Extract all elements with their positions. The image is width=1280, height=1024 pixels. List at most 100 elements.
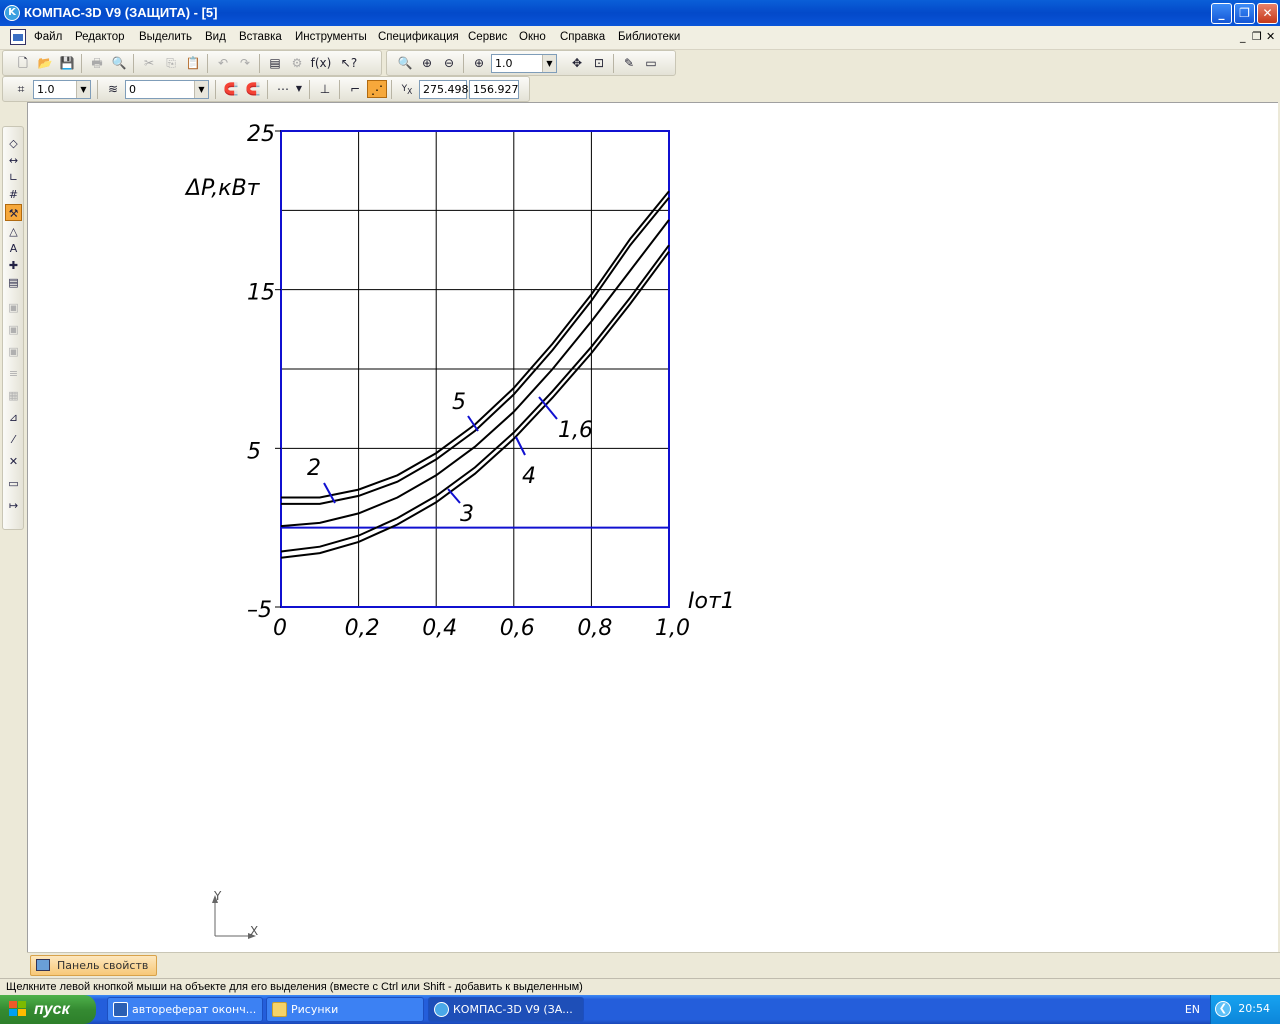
- geometry-icon[interactable]: ◇: [5, 135, 22, 152]
- minimize-button[interactable]: _: [1211, 3, 1232, 24]
- break-icon[interactable]: ⁄: [5, 431, 22, 448]
- section-icon[interactable]: ⊿: [5, 409, 22, 426]
- view-icon-1[interactable]: ▣: [5, 299, 22, 316]
- save-icon[interactable]: 💾: [57, 54, 77, 72]
- variables-fx-button[interactable]: f(x): [309, 54, 333, 72]
- y-axis-label: ΔP,кВт: [184, 176, 261, 201]
- menu-view[interactable]: Вид: [205, 31, 226, 43]
- specification-icon[interactable]: ▤: [5, 274, 22, 291]
- pan-icon[interactable]: ✥: [567, 54, 587, 72]
- zoom-window-icon[interactable]: 🔍: [395, 54, 415, 72]
- mdi-close-button[interactable]: ✕: [1266, 30, 1275, 43]
- manager-icon[interactable]: ▤: [265, 54, 285, 72]
- system-tray: ❮ 20:54: [1210, 995, 1280, 1024]
- view-icon-2[interactable]: ▣: [5, 321, 22, 338]
- menu-libraries[interactable]: Библиотеки: [618, 31, 680, 43]
- cut-icon[interactable]: ✂: [139, 54, 159, 72]
- snap-mode-icon[interactable]: ⋰: [367, 80, 387, 98]
- start-button[interactable]: пуск: [0, 995, 96, 1024]
- print-icon[interactable]: 🖶: [87, 54, 107, 72]
- edit-icon[interactable]: #: [5, 186, 22, 203]
- menu-help[interactable]: Справка: [560, 31, 605, 43]
- folder-icon: [272, 1002, 287, 1017]
- grid-icon[interactable]: ⋯: [273, 80, 293, 98]
- menu-insert[interactable]: Вставка: [239, 31, 282, 43]
- menu-tools[interactable]: Инструменты: [295, 31, 367, 43]
- kompas-app-icon: K: [4, 5, 20, 21]
- chevron-down-icon[interactable]: ▼: [194, 81, 208, 98]
- curve-label: 5: [452, 390, 466, 415]
- redo-icon[interactable]: ↷: [235, 54, 255, 72]
- snap-magnet-icon[interactable]: 🧲: [221, 80, 241, 98]
- refresh-icon[interactable]: ✎: [619, 54, 639, 72]
- zoom-combo[interactable]: 1.0 ▼: [491, 54, 557, 73]
- undo-icon[interactable]: ↶: [213, 54, 233, 72]
- chevron-down-icon[interactable]: ▼: [542, 55, 556, 72]
- parametrization-icon[interactable]: ⚒: [5, 204, 22, 221]
- step-cursor-icon[interactable]: ⌗: [11, 80, 31, 98]
- zoom-in-icon[interactable]: ⊕: [417, 54, 437, 72]
- mdi-restore-button[interactable]: ❐: [1252, 30, 1262, 43]
- menu-specification[interactable]: Спецификация: [378, 31, 459, 43]
- coord-x-field[interactable]: 275.498: [419, 80, 469, 99]
- paste-icon[interactable]: 📋: [183, 54, 203, 72]
- coord-y-field[interactable]: 156.927: [469, 80, 519, 99]
- zoom-value: 1.0: [495, 57, 513, 70]
- zoom-scale-icon[interactable]: ⊕: [469, 54, 489, 72]
- select-icon[interactable]: A: [5, 240, 22, 257]
- mdi-minimize-button[interactable]: _: [1240, 30, 1246, 43]
- copy-icon[interactable]: ⎘: [161, 54, 181, 72]
- chevron-down-icon[interactable]: ▼: [293, 80, 305, 98]
- zoom-out-icon[interactable]: ⊖: [439, 54, 459, 72]
- document-icon[interactable]: [10, 29, 26, 45]
- view-icon-3[interactable]: ▣: [5, 343, 22, 360]
- print-preview-icon[interactable]: 🔍: [109, 54, 129, 72]
- local-cs-icon[interactable]: ⊥: [315, 80, 335, 98]
- detail-icon[interactable]: ✕: [5, 453, 22, 470]
- drawing-svg: 0 0,2 0,4 0,6 0,8 1,025155–5ΔP,кВтIот1251,643…: [184, 122, 735, 939]
- local-snap-icon[interactable]: 🧲: [243, 80, 263, 98]
- menu-window[interactable]: Окно: [519, 31, 546, 43]
- ortho-icon[interactable]: ⌐: [345, 80, 365, 98]
- view-icon-4[interactable]: ≡: [5, 365, 22, 382]
- restore-button[interactable]: ❐: [1234, 3, 1255, 24]
- coordinates-icon: YX: [401, 84, 413, 96]
- dimensions-icon[interactable]: ↔: [5, 152, 22, 169]
- clock: 20:54: [1238, 1002, 1270, 1015]
- x-tick-label: 0,4: [422, 616, 457, 641]
- measure-icon[interactable]: △: [5, 223, 22, 240]
- task-kompas[interactable]: КОМПАС-3D V9 (ЗА...: [428, 997, 584, 1022]
- axis-y-letter: Y: [213, 889, 222, 903]
- curve-label: 2: [307, 456, 321, 481]
- menu-select[interactable]: Выделить: [139, 31, 192, 43]
- task-word-document[interactable]: автореферат оконч...: [107, 997, 263, 1022]
- associative-views-icon[interactable]: ✚: [5, 257, 22, 274]
- cursor-step-combo[interactable]: 1.0 ▼: [33, 80, 91, 99]
- layers-icon[interactable]: ≋: [103, 80, 123, 98]
- fragment-icon[interactable]: ▭: [5, 475, 22, 492]
- library-icon[interactable]: ⚙: [287, 54, 307, 72]
- layer-combo[interactable]: 0 ▼: [125, 80, 209, 99]
- x-tick-label: 0,2: [345, 616, 380, 641]
- drawing-canvas[interactable]: 0 0,2 0,4 0,6 0,8 1,0 25 15 5 –5 ΔP,кВт Iот1 2 5 1,6 4 3…: [27, 102, 1280, 952]
- help-pointer-icon[interactable]: ↖?: [339, 54, 359, 72]
- property-panel-tab[interactable]: Панель свойств: [30, 955, 157, 976]
- show-all-icon[interactable]: ⊡: [589, 54, 609, 72]
- title-bar: K КОМПАС-3D V9 (ЗАЩИТА) - [5] _ ❐ ✕: [0, 0, 1280, 26]
- symbols-icon[interactable]: ∟: [5, 169, 22, 186]
- close-button[interactable]: ✕: [1257, 3, 1278, 24]
- new-document-icon[interactable]: 🗋: [13, 54, 33, 72]
- display-icon[interactable]: ▭: [641, 54, 661, 72]
- menu-editor[interactable]: Редактор: [75, 31, 125, 43]
- windows-flag-icon: [9, 1001, 27, 1018]
- view-icon-5[interactable]: ▦: [5, 387, 22, 404]
- language-indicator[interactable]: EN: [1185, 1003, 1200, 1016]
- insert-icon[interactable]: ↦: [5, 497, 22, 514]
- curve-label: 3: [460, 502, 474, 527]
- chevron-left-icon[interactable]: ❮: [1215, 1001, 1231, 1017]
- menu-file[interactable]: Файл: [34, 31, 62, 43]
- chevron-down-icon[interactable]: ▼: [76, 81, 90, 98]
- task-folder-risunki[interactable]: Рисунки: [266, 997, 424, 1022]
- menu-service[interactable]: Сервис: [468, 31, 507, 43]
- open-icon[interactable]: 📂: [35, 54, 55, 72]
